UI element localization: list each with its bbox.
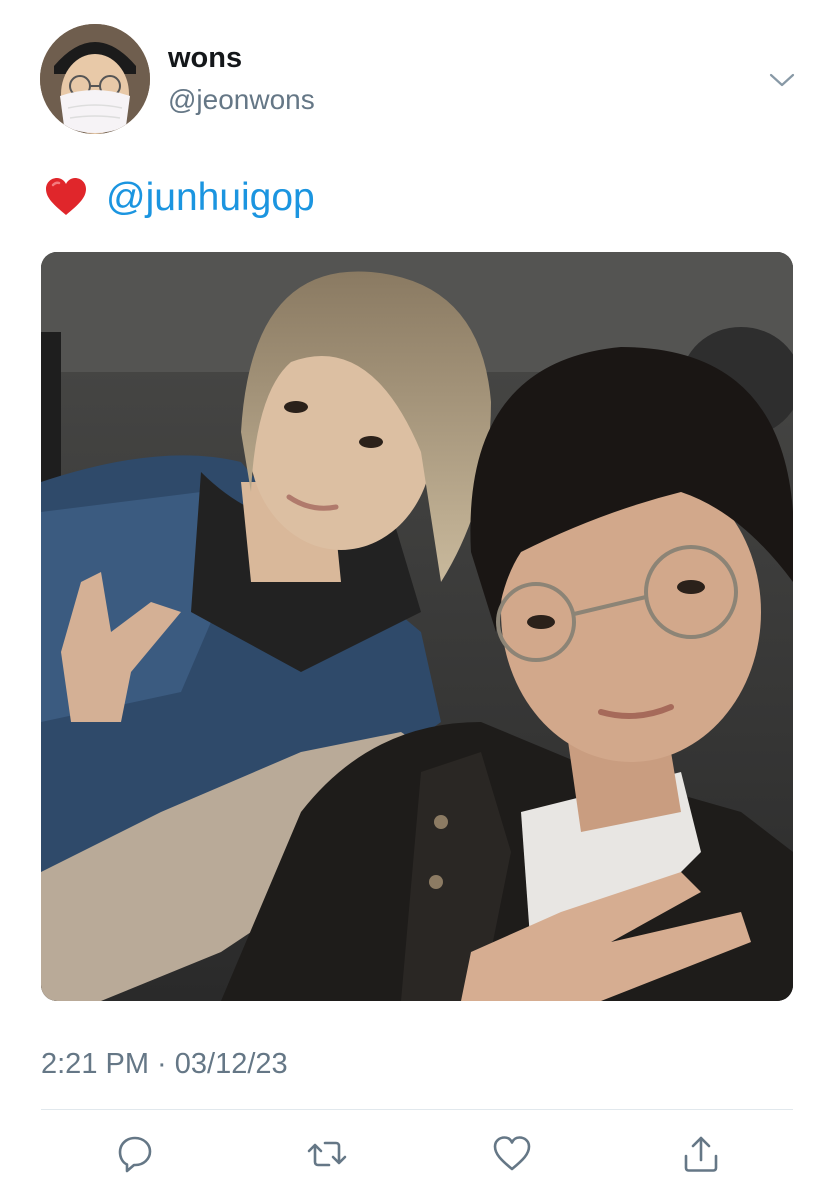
tweet-text: @junhuigop xyxy=(44,174,315,220)
avatar[interactable] xyxy=(40,24,150,134)
reply-icon xyxy=(118,1136,152,1173)
user-handle[interactable]: @jeonwons xyxy=(168,86,315,114)
retweet-button[interactable] xyxy=(303,1130,351,1178)
car-selfie-photo xyxy=(41,252,793,1001)
mention-link[interactable]: @junhuigop xyxy=(106,178,315,217)
heart-icon xyxy=(493,1136,531,1171)
tweet-action-bar xyxy=(41,1130,793,1178)
red-heart-emoji xyxy=(46,178,86,215)
share-icon xyxy=(684,1136,718,1172)
share-button[interactable] xyxy=(677,1130,725,1178)
avatar-image xyxy=(40,24,150,134)
tweet-photo[interactable] xyxy=(41,252,793,1001)
like-button[interactable] xyxy=(488,1130,536,1178)
tweet-timestamp[interactable]: 2:21 PM · 03/12/23 xyxy=(41,1050,288,1079)
divider xyxy=(41,1109,793,1110)
tweet-menu-button[interactable] xyxy=(766,64,798,96)
chevron-down-icon xyxy=(769,73,795,87)
retweet-icon xyxy=(307,1141,347,1167)
reply-button[interactable] xyxy=(111,1130,159,1178)
display-name[interactable]: wons xyxy=(168,44,242,73)
